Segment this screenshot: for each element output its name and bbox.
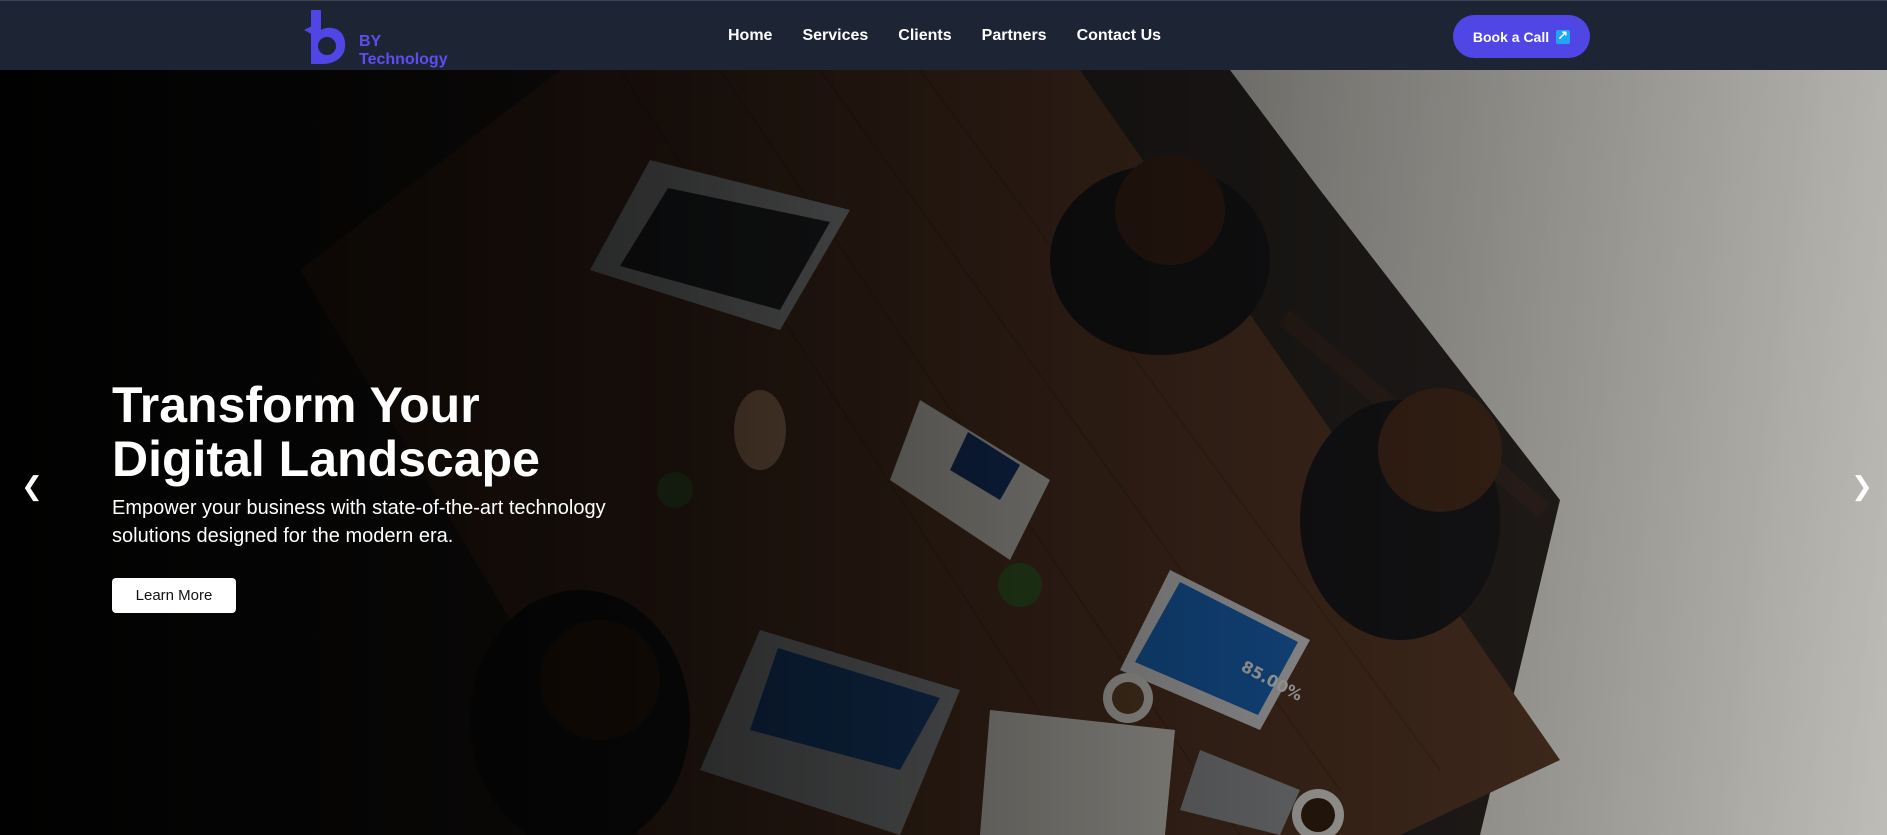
nav-clients[interactable]: Clients: [898, 27, 951, 45]
hero-slider: 85.00% Transform Your Digital Landscape …: [0, 70, 1887, 835]
brand-name: BY Technology: [359, 33, 448, 69]
hero-title: Transform Your Digital Landscape: [112, 378, 672, 486]
nav-services[interactable]: Services: [802, 27, 868, 45]
book-a-call-button[interactable]: Book a Call: [1453, 15, 1590, 58]
external-link-icon: [1556, 28, 1571, 44]
hero-title-line-1: Transform Your: [112, 377, 480, 433]
brand-line-1: BY: [359, 33, 382, 50]
nav-home[interactable]: Home: [728, 27, 772, 45]
hero-title-line-2: Digital Landscape: [112, 431, 540, 487]
chevron-right-icon[interactable]: ❯: [1848, 472, 1876, 500]
nav-contact-us[interactable]: Contact Us: [1077, 27, 1161, 45]
learn-more-button[interactable]: Learn More: [112, 578, 236, 613]
nav-partners[interactable]: Partners: [982, 27, 1047, 45]
book-a-call-label: Book a Call: [1472, 28, 1550, 45]
main-menu: Home Services Clients Partners Contact U…: [728, 1, 1191, 71]
chevron-left-icon[interactable]: ❮: [18, 472, 46, 500]
brand-logo[interactable]: BY Technology: [301, 6, 448, 68]
top-navbar: BY Technology Home Services Clients Part…: [0, 0, 1887, 70]
brand-line-2: Technology: [359, 51, 448, 68]
hero-subtitle: Empower your business with state-of-the-…: [112, 497, 606, 547]
logo-icon: [304, 10, 346, 64]
